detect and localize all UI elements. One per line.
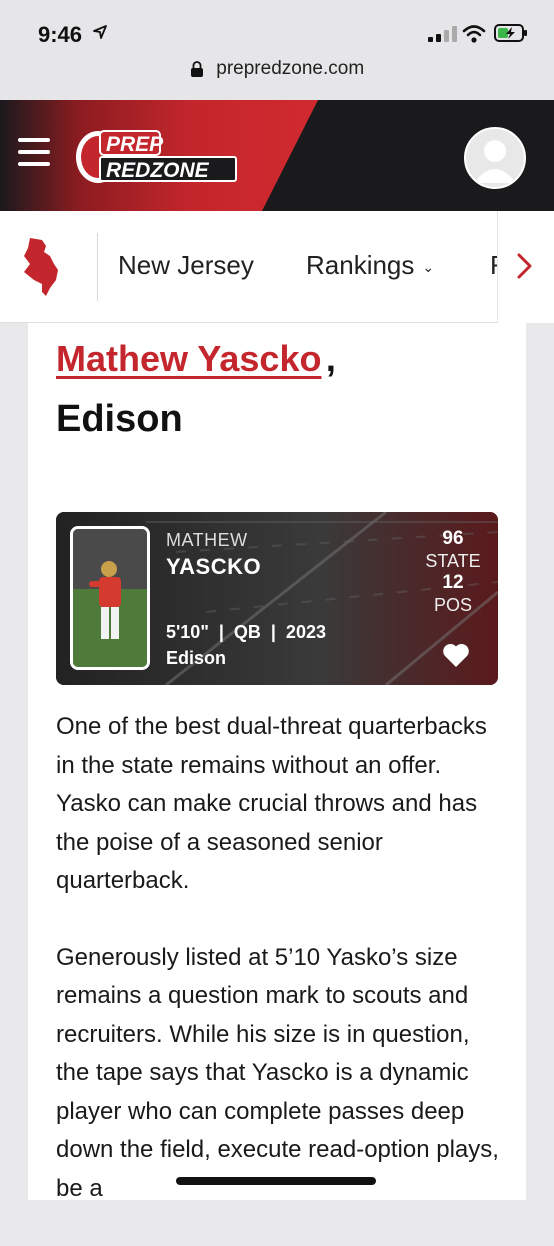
position-rank-value: 12	[442, 572, 464, 593]
nav-divider	[97, 233, 98, 301]
card-school: Edison	[166, 648, 227, 668]
state-nav-bar	[0, 211, 554, 323]
prep-redzone-logo[interactable]: PREP REDZONE	[74, 127, 240, 185]
title-comma: ,	[325, 338, 336, 379]
clock: 9:46	[38, 22, 83, 47]
state-rank-label: STATE	[425, 551, 481, 571]
card-first-name: MATHEW	[166, 530, 248, 550]
player-card[interactable]: MATHEW YASCKO 5'10" | QB | 2023 Edison 9…	[56, 512, 498, 685]
position-rank-label: POS	[433, 595, 472, 615]
article-body: One of the best dual-threat quarterbacks…	[56, 708, 506, 1246]
article-paragraph: One of the best dual-threat quarterbacks…	[56, 713, 487, 894]
location-arrow-icon	[93, 25, 107, 39]
card-stats-line: 5'10" | QB | 2023	[166, 622, 326, 642]
cellular-signal-icon	[428, 26, 457, 42]
user-avatar-button[interactable]	[464, 127, 526, 189]
card-last-name: YASCKO	[166, 554, 262, 579]
scroll-indicator	[176, 1177, 376, 1185]
nav-item-new-jersey[interactable]: New Jersey	[118, 250, 254, 281]
chevron-down-icon: ⌄	[422, 258, 435, 275]
battery-charging-icon	[494, 24, 527, 42]
new-jersey-map-icon[interactable]	[20, 236, 64, 298]
nav-item-rankings[interactable]: Rankings ⌄	[306, 250, 434, 281]
chevron-right-icon	[517, 253, 532, 279]
nav-item-rankings-label: Rankings	[306, 250, 415, 280]
article-school: Edison	[56, 398, 183, 440]
logo-text-prep: PREP	[106, 133, 164, 156]
lock-icon	[190, 61, 203, 77]
card-rank-block: 96 STATE 12 POS	[416, 528, 490, 616]
logo-text-redzone: REDZONE	[106, 159, 210, 182]
article-title: Mathew Yascko ,	[56, 338, 516, 380]
player-photo	[70, 526, 150, 670]
player-photo-image	[73, 529, 147, 667]
heart-icon[interactable]	[442, 642, 470, 668]
avatar-icon	[474, 140, 516, 183]
state-rank-value: 96	[442, 528, 464, 549]
player-name-link[interactable]: Mathew Yascko	[56, 338, 321, 379]
nav-scroll-right-button[interactable]	[497, 211, 554, 323]
menu-icon[interactable]	[18, 138, 50, 168]
status-bar: 9:46 prepredzone.com	[0, 0, 554, 100]
address-bar[interactable]: prepredzone.com	[0, 58, 554, 88]
wifi-icon	[462, 25, 486, 43]
url-text: prepredzone.com	[216, 58, 365, 79]
article-paragraph: Generously listed at 5’10 Yasko’s size r…	[56, 943, 499, 1202]
